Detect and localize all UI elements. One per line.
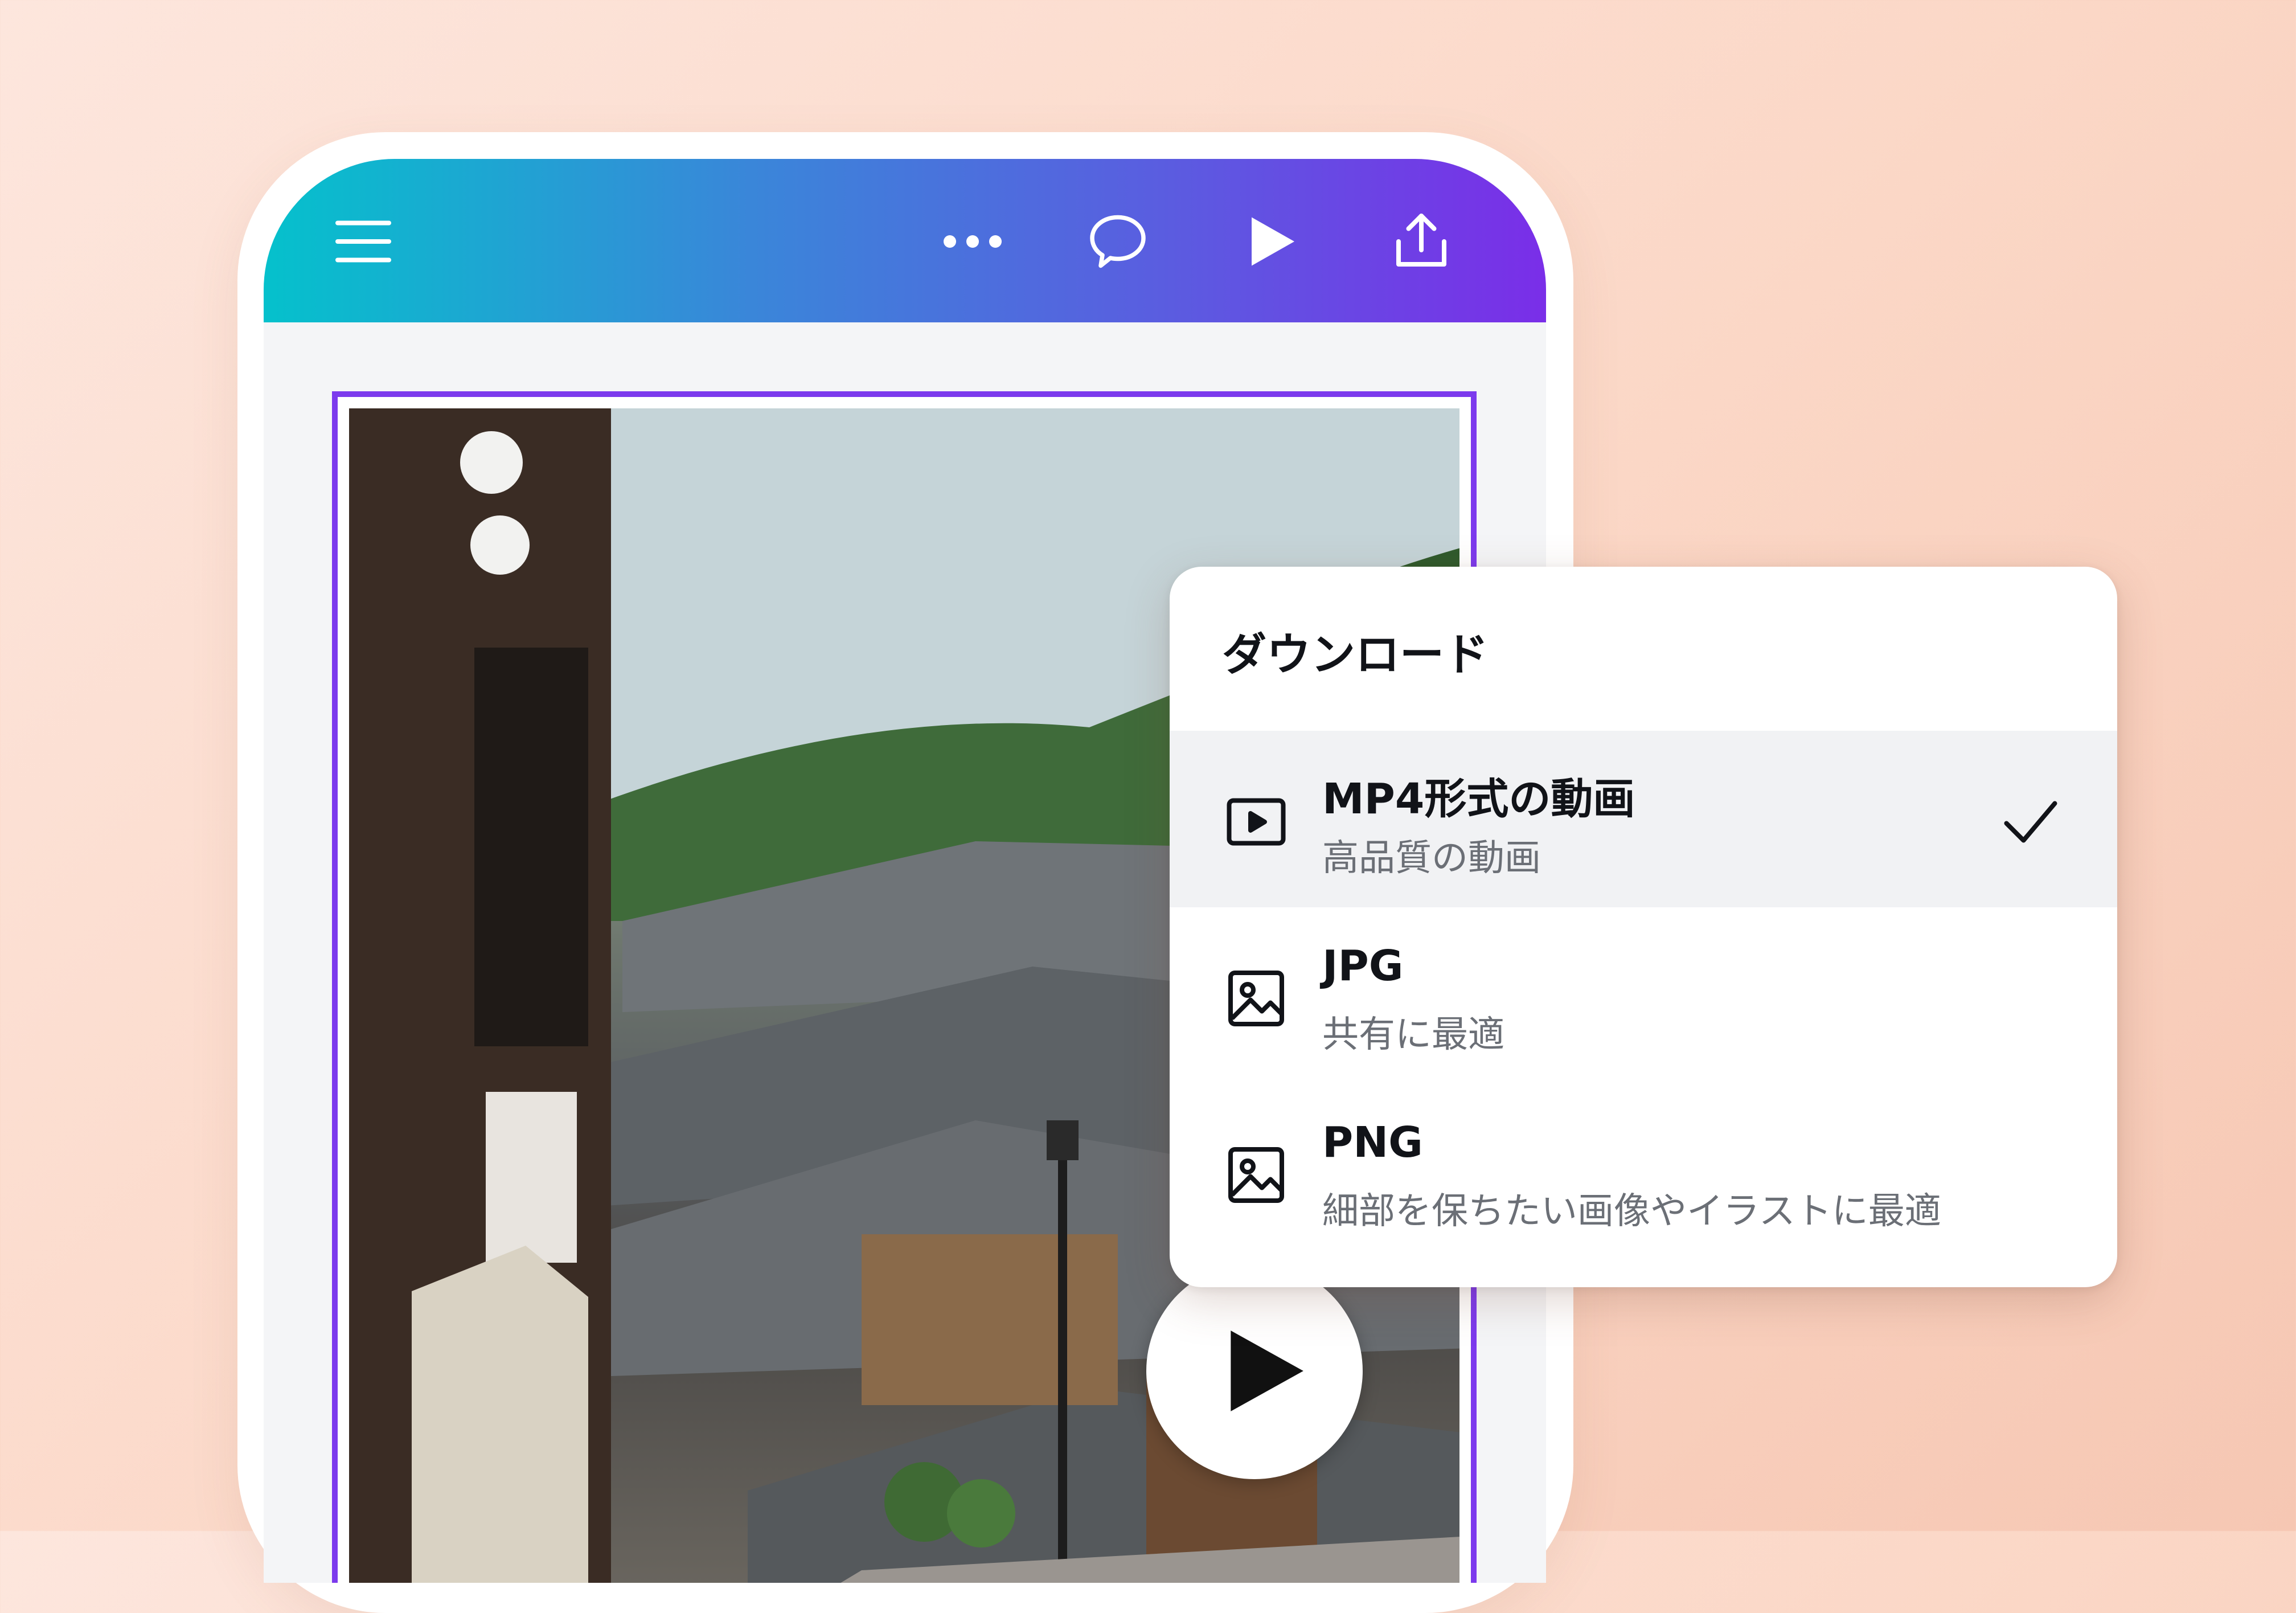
play-icon — [1231, 1330, 1303, 1411]
option-label: PNG — [1322, 1118, 1423, 1167]
video-icon — [1222, 788, 1290, 856]
panel-title: ダウンロード — [1222, 629, 1489, 681]
more-icon[interactable] — [936, 204, 1010, 279]
download-option-mp4[interactable]: MP4形式の動画 高品質の動画 — [1170, 731, 2117, 907]
download-option-png[interactable]: PNG 細部を保ちたい画像やイラストに最適 — [1170, 1084, 2117, 1260]
image-icon — [1222, 1141, 1290, 1209]
menu-icon[interactable] — [326, 204, 400, 279]
option-description: 高品質の動画 — [1322, 837, 1541, 879]
option-label: JPG — [1322, 941, 1404, 990]
image-icon — [1222, 964, 1290, 1033]
download-panel: ダウンロード MP4形式の動画 高品質の動画 JPG 共有に最適 PNG 細部を… — [1170, 567, 2117, 1287]
video-play-button[interactable] — [1146, 1263, 1363, 1479]
editor-toolbar — [264, 159, 1546, 322]
option-description: 共有に最適 — [1322, 1014, 1504, 1056]
option-description: 細部を保ちたい画像やイラストに最適 — [1322, 1190, 1941, 1233]
comment-icon[interactable] — [1081, 204, 1155, 279]
option-label: MP4形式の動画 — [1322, 775, 1635, 824]
download-option-jpg[interactable]: JPG 共有に最適 — [1170, 907, 2117, 1084]
check-icon — [1996, 788, 2065, 856]
play-icon[interactable] — [1235, 204, 1309, 279]
share-icon[interactable] — [1384, 204, 1458, 279]
